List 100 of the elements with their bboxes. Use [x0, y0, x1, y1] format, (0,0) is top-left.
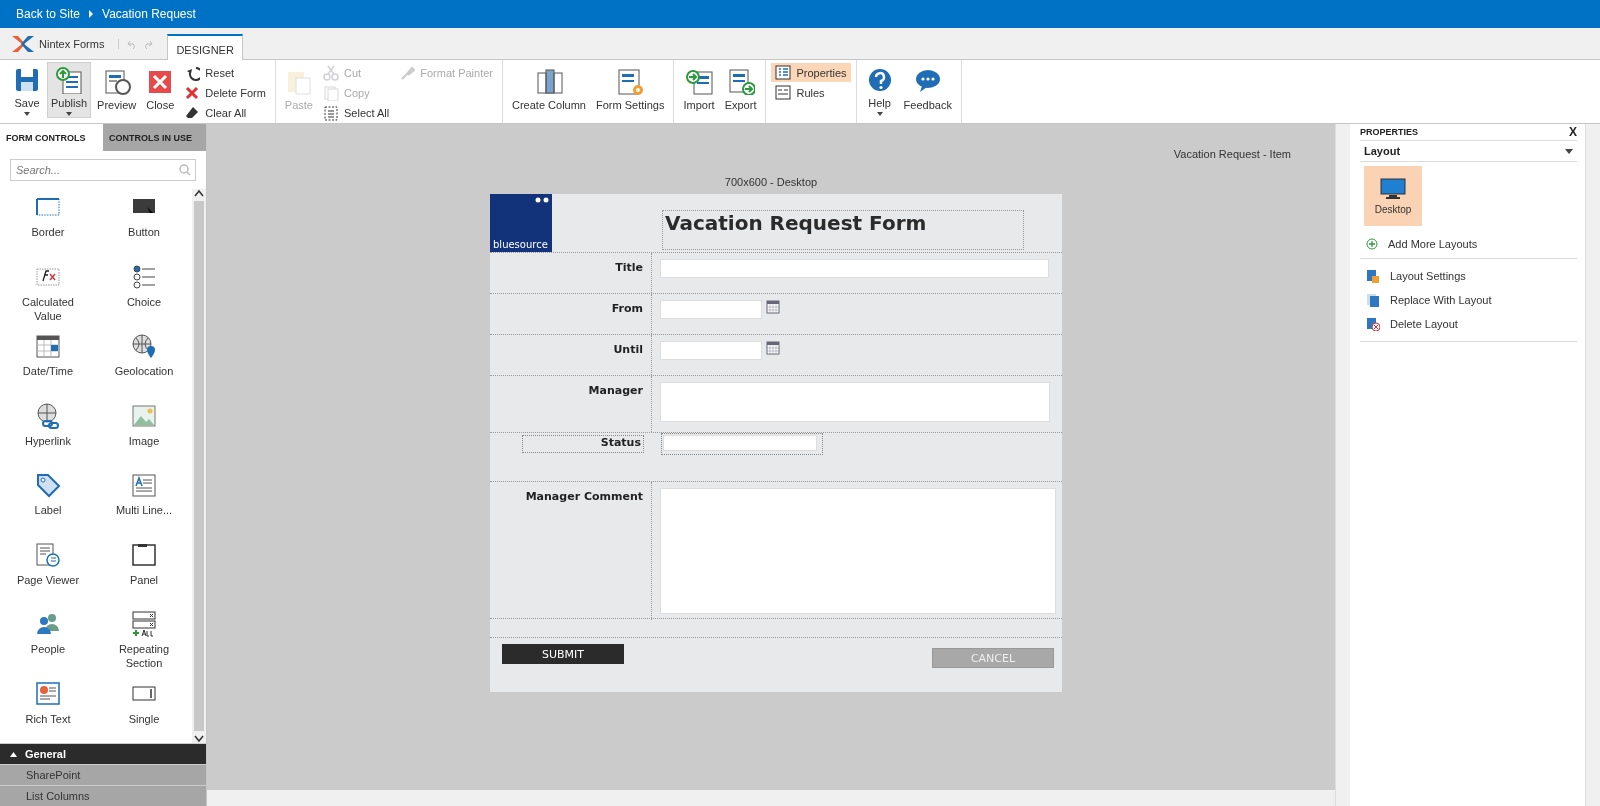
dashed-selection-icon	[323, 104, 339, 121]
property-list-icon	[775, 64, 792, 81]
ribbon-button[interactable]: Save	[9, 62, 45, 118]
control-item[interactable]: Label	[0, 471, 96, 541]
collapse-arrow-icon	[10, 751, 17, 757]
scrollbar-thumb[interactable]	[194, 201, 204, 731]
category-header[interactable]: General	[0, 743, 206, 764]
control-item[interactable]: Repeating Section	[96, 610, 192, 680]
plus-circle-icon	[1366, 238, 1378, 250]
layout-action[interactable]: Layout Settings	[1360, 264, 1577, 288]
breadcrumb-link[interactable]: Vacation Request	[102, 7, 196, 21]
date-field[interactable]	[660, 341, 762, 360]
control-item[interactable]: Image	[96, 401, 192, 471]
ribbon-button[interactable]: Close	[142, 62, 179, 118]
columns-icon	[535, 67, 563, 95]
panel-tab[interactable]: CONTROLS IN USE	[103, 124, 206, 151]
globe-link-icon	[34, 401, 62, 430]
undo-icon	[127, 38, 138, 49]
ribbon-button[interactable]: Properties	[771, 63, 851, 82]
paintbrush-icon	[399, 64, 416, 81]
ribbon-button[interactable]: Feedback	[899, 62, 956, 118]
ribbon-tab[interactable]: DESIGNER	[167, 34, 243, 60]
ribbon-button[interactable]: Publish	[47, 62, 92, 118]
ribbon-button[interactable]: Form Settings	[592, 62, 669, 118]
layout-title: 700x600 - Desktop	[724, 176, 818, 188]
app-name: Nintex Forms	[39, 37, 105, 50]
ribbon-button[interactable]: Rules	[771, 83, 851, 102]
control-item[interactable]: Calculated Value	[0, 262, 96, 332]
radio-list-icon	[130, 262, 158, 291]
ribbon-button[interactable]: Delete Form	[180, 83, 270, 102]
control-item[interactable]: Border	[0, 193, 96, 263]
breadcrumb-arrow-icon	[88, 10, 95, 18]
scrollbar[interactable]	[1335, 124, 1350, 806]
comment-field[interactable]	[660, 488, 1056, 614]
ribbon-button[interactable]: Import	[679, 62, 719, 118]
scrollbar[interactable]	[192, 189, 206, 743]
item-title: Vacation Request - Item	[1173, 148, 1291, 160]
category-header[interactable]: List Columns	[0, 785, 206, 806]
scroll-down-icon	[194, 735, 204, 743]
rich-text-icon	[34, 679, 62, 708]
control-item[interactable]: Single	[96, 679, 192, 743]
stacked-pages-icon	[1366, 293, 1380, 307]
document-magnifier-icon	[102, 67, 131, 95]
field-label: Status	[522, 435, 644, 453]
delete-x-icon	[184, 84, 201, 101]
field-label: Manager	[490, 376, 652, 432]
monitor-icon	[1380, 177, 1406, 200]
scrollbar[interactable]	[1585, 124, 1600, 806]
layout-action[interactable]: Delete Layout	[1360, 312, 1577, 336]
control-item[interactable]: Button	[96, 193, 192, 263]
globe-pin-icon	[130, 332, 158, 360]
status-field[interactable]	[663, 435, 817, 451]
scroll-up-icon	[194, 189, 204, 197]
document-gear-icon	[616, 67, 645, 95]
control-item[interactable]: Panel	[96, 540, 192, 610]
add-layouts-link[interactable]: Add More Layouts	[1360, 230, 1577, 259]
document-arrow-in-icon	[685, 67, 714, 95]
control-item[interactable]: Choice	[96, 262, 192, 332]
company-logo: bluesource	[490, 194, 552, 252]
category-header[interactable]: SharePoint	[0, 764, 206, 785]
control-item[interactable]: People	[0, 610, 96, 680]
scrollbar[interactable]	[207, 790, 1335, 806]
control-item[interactable]: Rich Text	[0, 679, 96, 743]
calendar-icon	[34, 332, 62, 360]
speech-bubble-icon	[913, 67, 942, 95]
ribbon-button[interactable]: Create Column	[508, 62, 590, 118]
dropdown-caret-icon	[1565, 148, 1573, 154]
date-field[interactable]	[660, 300, 762, 319]
breadcrumb-link[interactable]: Back to Site	[16, 7, 81, 21]
form-title: Vacation Request Form	[662, 210, 1024, 250]
ribbon-button[interactable]: Reset	[180, 63, 270, 82]
ribbon-button[interactable]: Clear All	[180, 103, 270, 122]
search-field[interactable]: Search...	[10, 159, 196, 181]
x-logo-icon	[10, 33, 36, 54]
ribbon-button[interactable]: Select All	[319, 103, 394, 122]
text-field[interactable]	[660, 259, 1049, 278]
ribbon-button[interactable]: Help	[861, 62, 898, 118]
documents-icon	[323, 84, 339, 101]
control-item[interactable]: Hyperlink	[0, 401, 96, 471]
panel-close-button[interactable]: X	[1569, 125, 1577, 139]
tag-icon	[34, 471, 62, 499]
calendar-icon	[766, 341, 780, 355]
submit-button[interactable]: SUBMIT	[502, 644, 624, 664]
layout-action[interactable]: Replace With Layout	[1360, 288, 1577, 312]
eraser-icon	[184, 104, 201, 121]
people-field[interactable]	[660, 382, 1050, 422]
scissors-icon	[323, 64, 339, 81]
field-label: From	[490, 294, 652, 334]
page-x-icon	[1366, 317, 1380, 331]
ribbon-button[interactable]: Export	[720, 62, 761, 118]
search-icon	[179, 164, 191, 176]
control-item[interactable]: Page Viewer	[0, 540, 96, 610]
section-dropdown[interactable]: Layout	[1360, 141, 1577, 162]
control-item[interactable]: Multi Line...	[96, 471, 192, 541]
control-item[interactable]: Date/Time	[0, 332, 96, 402]
control-item[interactable]: Geolocation	[96, 332, 192, 402]
field-label: Title	[490, 253, 652, 293]
layout-tile[interactable]: Desktop	[1364, 166, 1422, 226]
field-label: Manager Comment	[490, 482, 652, 620]
ribbon-button[interactable]: Preview	[93, 62, 141, 118]
